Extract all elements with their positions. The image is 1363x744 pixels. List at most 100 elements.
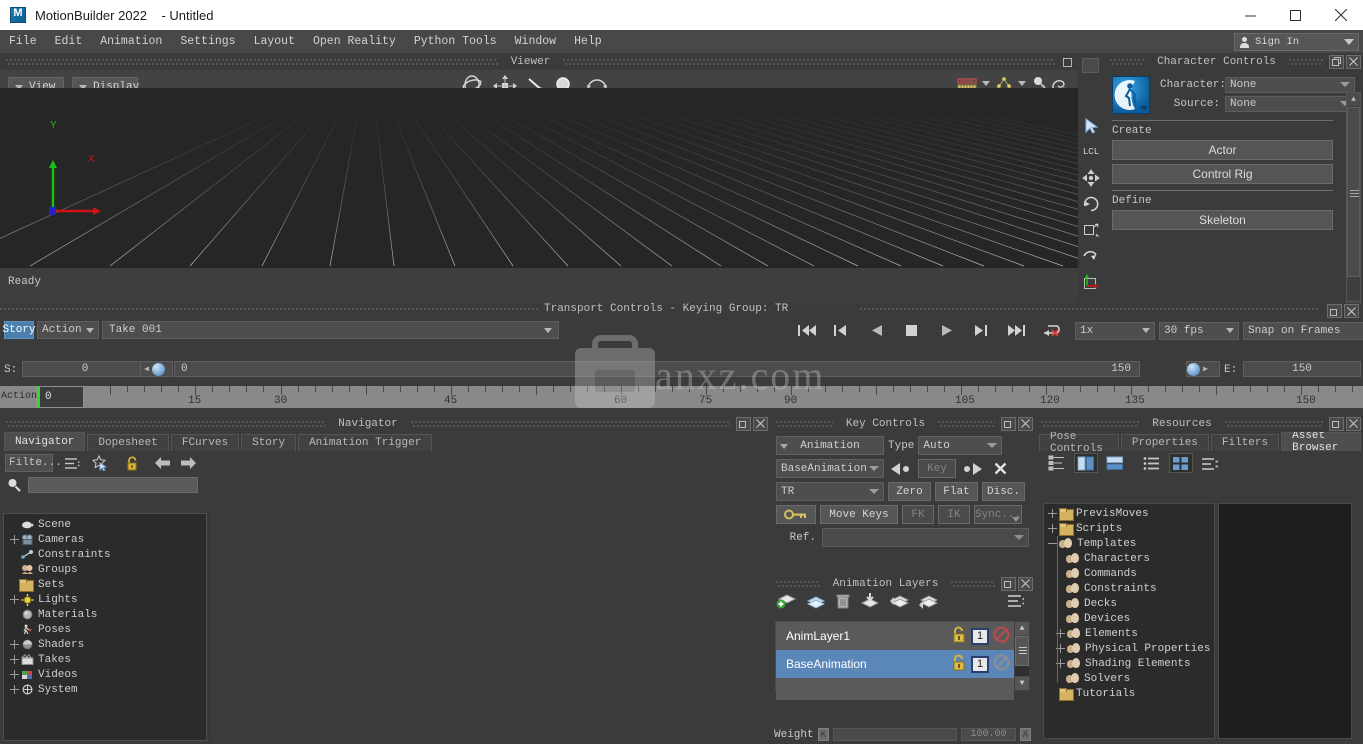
close-icon[interactable]	[1018, 576, 1033, 591]
zero-button[interactable]: Zero	[888, 482, 931, 501]
sync-button[interactable]: Sync...	[974, 505, 1022, 524]
control-rig-button[interactable]: Control Rig	[1112, 164, 1333, 184]
transform-axis-icon[interactable]	[1080, 269, 1102, 295]
tree-item-templates[interactable]: Templates	[1044, 536, 1214, 551]
menu-open-reality[interactable]: Open Reality	[304, 30, 405, 53]
tab-navigator[interactable]: Navigator	[4, 432, 86, 451]
menu-file[interactable]: File	[0, 30, 46, 53]
actor-button[interactable]: Actor	[1112, 140, 1333, 160]
tree-item-devices[interactable]: Devices	[1044, 611, 1214, 626]
tab-animation-trigger[interactable]: Animation Trigger	[298, 434, 433, 451]
drag-handle-left[interactable]	[1041, 420, 1140, 427]
rotate-tool-icon[interactable]	[1080, 191, 1102, 217]
tree-item-prevismoves[interactable]: PrevisMoves	[1044, 506, 1214, 521]
close-icon[interactable]	[1318, 0, 1363, 30]
drag-handle-left[interactable]	[1110, 58, 1145, 65]
menu-settings[interactable]: Settings	[171, 30, 244, 53]
tab-properties[interactable]: Properties	[1120, 434, 1209, 451]
list-view-icon[interactable]	[62, 454, 82, 472]
snap-select[interactable]: Snap on Frames	[1243, 321, 1363, 340]
tab-story[interactable]: Story	[241, 434, 297, 451]
drag-handle-right[interactable]	[1288, 58, 1324, 65]
frame-spinner-left[interactable]: ◀	[140, 361, 173, 377]
restore-icon[interactable]	[1329, 54, 1345, 69]
tree-item-takes[interactable]: Takes	[4, 652, 206, 667]
scale-icon[interactable]	[1080, 217, 1102, 243]
restore-icon[interactable]	[1329, 416, 1345, 431]
layer-options-icon[interactable]	[1007, 594, 1025, 612]
tab-filters[interactable]: Filters	[1210, 434, 1280, 451]
close-icon[interactable]	[1344, 304, 1359, 318]
menu-animation[interactable]: Animation	[91, 30, 171, 53]
expander-plus[interactable]	[10, 670, 19, 679]
merge-up-icon[interactable]	[888, 592, 910, 614]
drag-handle-left[interactable]	[6, 58, 498, 65]
tree-item-lights[interactable]: Lights	[4, 592, 206, 607]
delete-layer-icon[interactable]	[834, 592, 852, 614]
chevron-down-icon[interactable]	[1140, 106, 1148, 111]
animation-layers-scrollbar[interactable]: ▲ ▼	[1014, 621, 1030, 691]
maximize-icon[interactable]	[1273, 0, 1318, 30]
key-channel-select[interactable]: TR	[776, 482, 884, 501]
solo-value[interactable]: 1	[971, 627, 989, 645]
merge-layer-icon[interactable]	[859, 592, 881, 614]
timeline-ruler[interactable]: Action 15 30 45 60 75 90 105 120 135 150…	[0, 386, 1363, 408]
tree-item-videos[interactable]: Videos	[4, 667, 206, 682]
weight-slider[interactable]	[832, 728, 958, 741]
drag-handle-right[interactable]	[938, 420, 995, 427]
solo-value[interactable]: 1	[971, 655, 989, 673]
mute-icon[interactable]	[993, 626, 1010, 647]
previous-key-icon[interactable]	[824, 321, 859, 340]
tree-item-decks[interactable]: Decks	[1044, 596, 1214, 611]
tree-item-constraints[interactable]: Constraints	[4, 547, 206, 562]
expander-plus[interactable]	[10, 685, 19, 694]
ik-button[interactable]: IK	[938, 505, 970, 524]
rail-collapse-button[interactable]	[1082, 58, 1099, 73]
menu-layout[interactable]: Layout	[245, 30, 304, 53]
take-select[interactable]: Take 001	[102, 321, 559, 339]
start-field[interactable]: 0	[22, 361, 148, 377]
drag-handle-left[interactable]	[776, 420, 833, 427]
tree-item-physical-properties[interactable]: Physical Properties	[1044, 641, 1214, 656]
disc-button[interactable]: Disc.	[982, 482, 1025, 501]
previous-key-icon[interactable]	[888, 459, 914, 478]
merge-down-icon[interactable]	[917, 592, 939, 614]
drag-handle-left[interactable]	[776, 580, 820, 587]
grid-view-icon[interactable]	[1169, 453, 1193, 473]
next-key-icon[interactable]	[960, 459, 986, 478]
key-button[interactable]: Key	[918, 459, 956, 478]
select-arrow-icon[interactable]	[1080, 113, 1102, 139]
measure-dropdown-icon[interactable]	[982, 81, 990, 86]
restore-icon[interactable]	[736, 416, 752, 431]
animation-menu-button[interactable]: Animation	[776, 436, 884, 455]
next-key-icon[interactable]	[964, 321, 999, 340]
current-frame-field[interactable]: 0 150	[174, 361, 1140, 377]
weight-anim-button[interactable]: A	[1019, 728, 1031, 741]
expander-plus[interactable]	[10, 535, 19, 544]
play-reverse-icon[interactable]	[859, 321, 894, 340]
close-icon[interactable]	[1346, 416, 1362, 431]
close-icon[interactable]	[1018, 416, 1033, 431]
asset-browser-content-pane[interactable]	[1218, 503, 1352, 739]
frame-spinner-right[interactable]: ▶	[1186, 361, 1220, 377]
search-input[interactable]	[28, 477, 198, 493]
fps-select[interactable]: 30 fps	[1159, 321, 1239, 340]
spinner-left-icon[interactable]: ◀	[141, 362, 152, 376]
drag-handle-left[interactable]	[0, 307, 540, 314]
tree-item-shading-elements[interactable]: Shading Elements	[1044, 656, 1214, 671]
scrollbar-thumb[interactable]	[1015, 636, 1029, 666]
tree-item-scene[interactable]: Scene	[4, 517, 206, 532]
animation-layers-list[interactable]: AnimLayer1 1 BaseAnimation 1	[775, 621, 1015, 700]
expander-plus[interactable]	[1048, 509, 1057, 518]
favorite-star-icon[interactable]	[90, 454, 110, 472]
key-icon[interactable]	[776, 505, 816, 524]
menu-python-tools[interactable]: Python Tools	[405, 30, 506, 53]
tab-asset-browser[interactable]: Asset Browser	[1281, 430, 1362, 454]
tree-item-tutorials[interactable]: Tutorials	[1044, 686, 1214, 701]
weight-value[interactable]: 100.00	[961, 728, 1016, 741]
lock-icon[interactable]	[951, 626, 967, 647]
duplicate-layer-icon[interactable]	[805, 592, 827, 614]
speed-select[interactable]: 1x	[1075, 321, 1155, 340]
delete-key-icon[interactable]	[990, 459, 1010, 478]
tree-view-icon[interactable]	[1045, 453, 1069, 473]
